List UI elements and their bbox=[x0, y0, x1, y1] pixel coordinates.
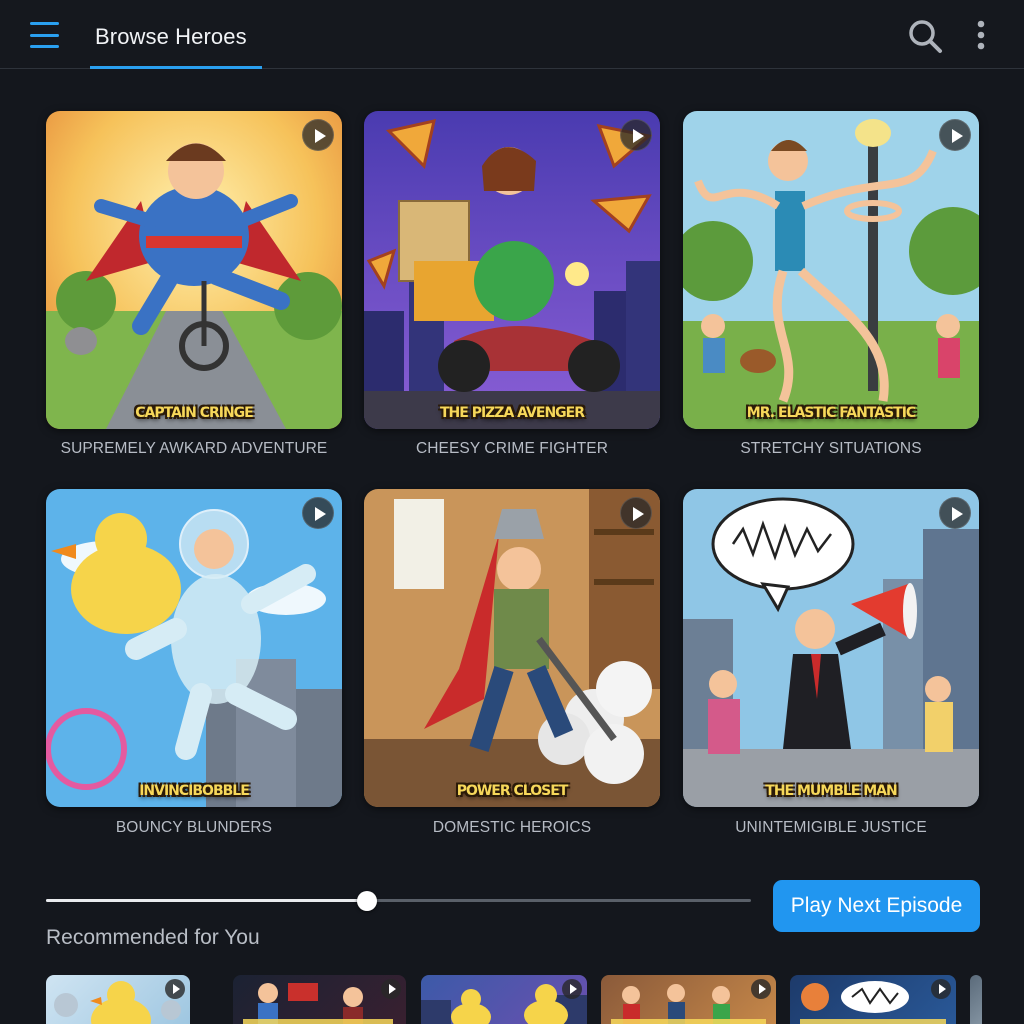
play-icon[interactable] bbox=[562, 979, 582, 999]
invincibobble-artwork bbox=[46, 489, 342, 807]
hamburger-menu-icon[interactable] bbox=[30, 22, 62, 48]
play-icon[interactable] bbox=[302, 497, 334, 529]
more-vertical-icon[interactable] bbox=[970, 18, 992, 52]
play-icon[interactable] bbox=[939, 119, 971, 151]
hero-caption: BOUNCY BLUNDERS bbox=[115, 819, 273, 836]
hero-card-invincibobble[interactable]: INVINCIBOBBLE bbox=[46, 489, 342, 807]
duck-city-thumbnail bbox=[421, 984, 587, 1024]
recommended-item[interactable] bbox=[46, 975, 190, 1024]
hero-title: MR. ELASTIC FANTASTIC bbox=[746, 405, 916, 421]
recommended-item[interactable] bbox=[421, 975, 587, 1024]
hero-title: POWER CLOSET bbox=[456, 783, 569, 799]
play-icon[interactable] bbox=[939, 497, 971, 529]
recommended-item-partial[interactable] bbox=[970, 975, 982, 1024]
hero-caption: DOMESTIC HEROICS bbox=[432, 819, 592, 836]
episode-progress-slider[interactable] bbox=[46, 890, 751, 912]
hero-caption: UNINTEMIGIBLE JUSTICE bbox=[735, 819, 927, 836]
hero-card-pizza-avenger[interactable]: THE PIZZA AVENGER bbox=[364, 111, 660, 429]
recommended-item[interactable] bbox=[790, 975, 956, 1024]
play-icon[interactable] bbox=[751, 979, 771, 999]
hero-caption: CHEESY CRIME FIGHTER bbox=[415, 440, 609, 457]
mumble-scene-thumbnail bbox=[800, 981, 946, 1024]
hero-card-captain-cringe[interactable]: CAPTAIN CRINGE bbox=[46, 111, 342, 429]
captain-cringe-artwork bbox=[46, 111, 342, 429]
slider-thumb[interactable] bbox=[356, 891, 377, 911]
mr-elastic-fantastic-artwork bbox=[683, 111, 979, 429]
hero-card-mr-elastic-fantastic[interactable]: MR. ELASTIC FANTASTIC bbox=[683, 111, 979, 429]
play-icon[interactable] bbox=[931, 979, 951, 999]
hero-title: THE PIZZA AVENGER bbox=[439, 405, 585, 421]
captain-cringe-thumbnail bbox=[243, 983, 393, 1024]
recommended-item[interactable] bbox=[233, 975, 406, 1024]
slider-fill bbox=[46, 899, 367, 902]
play-icon[interactable] bbox=[620, 119, 652, 151]
app-bar: Browse Heroes bbox=[0, 0, 1024, 69]
active-tab-indicator bbox=[90, 66, 262, 69]
crowd-scene-thumbnail bbox=[611, 984, 766, 1024]
hero-card-the-mumble-man[interactable]: THE MUMBLE MAN bbox=[683, 489, 979, 807]
play-next-episode-button[interactable]: Play Next Episode bbox=[773, 880, 980, 932]
power-closet-artwork bbox=[364, 489, 660, 807]
hero-title: CAPTAIN CRINGE bbox=[135, 405, 254, 421]
play-icon[interactable] bbox=[302, 119, 334, 151]
hero-card-power-closet[interactable]: POWER CLOSET bbox=[364, 489, 660, 807]
recommended-item[interactable] bbox=[601, 975, 776, 1024]
the-mumble-man-artwork bbox=[683, 489, 979, 807]
play-icon[interactable] bbox=[620, 497, 652, 529]
search-icon[interactable] bbox=[906, 17, 944, 55]
pizza-avenger-artwork bbox=[364, 111, 660, 429]
recommended-section-title: Recommended for You bbox=[46, 926, 260, 949]
hero-title: INVINCIBOBBLE bbox=[139, 783, 250, 799]
hero-title: THE MUMBLE MAN bbox=[765, 783, 897, 799]
tab-browse-heroes[interactable]: Browse Heroes bbox=[90, 0, 262, 69]
tab-label: Browse Heroes bbox=[95, 24, 247, 49]
hero-caption: STRETCHY SITUATIONS bbox=[740, 440, 922, 457]
hero-caption: SUPREMELY AWKARD ADVENTURE bbox=[60, 440, 328, 457]
play-icon[interactable] bbox=[381, 979, 401, 999]
play-icon[interactable] bbox=[165, 979, 185, 999]
